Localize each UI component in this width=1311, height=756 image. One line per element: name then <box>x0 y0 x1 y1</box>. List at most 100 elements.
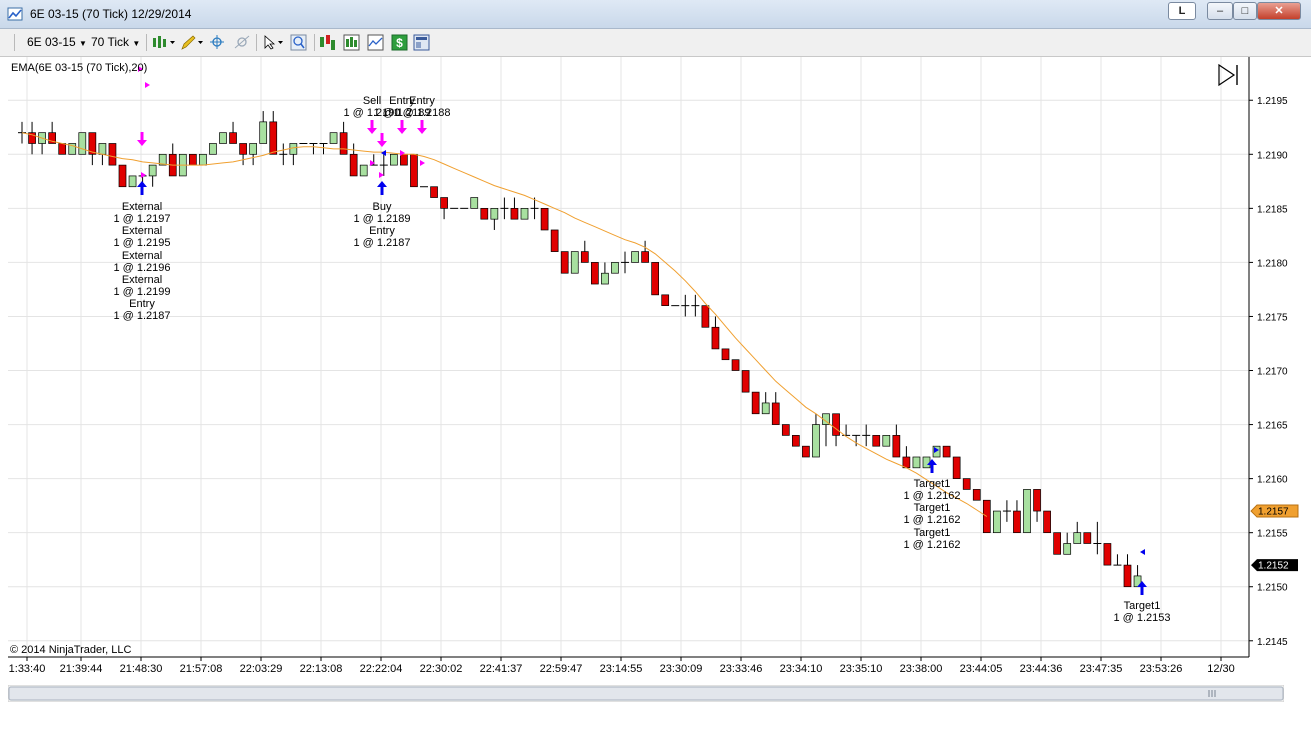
candle-up <box>992 510 1001 534</box>
candle-down <box>430 186 438 198</box>
pointer-icon[interactable] <box>262 34 286 51</box>
candle-down <box>771 402 780 425</box>
last-price-label: 1.2152 <box>1258 561 1289 572</box>
time-tick-label: 23:38:00 <box>900 663 943 675</box>
crosshair-icon[interactable] <box>208 34 228 51</box>
candle-down <box>741 370 750 393</box>
time-tick-label: 21:39:44 <box>60 663 103 675</box>
candle-down <box>641 251 649 263</box>
toolbar-separator <box>256 34 257 51</box>
candle-down <box>58 143 67 155</box>
exec-label: 1 @ 1.2197 <box>113 213 170 225</box>
strategies-icon[interactable] <box>319 34 336 51</box>
exec-label: Target1 <box>914 527 951 539</box>
maximize-button[interactable]: □ <box>1233 2 1257 20</box>
candle-down <box>972 489 981 501</box>
last-price-marker: 1.2152 <box>1251 559 1298 572</box>
indicators-icon[interactable] <box>343 34 360 51</box>
candle-up <box>209 143 217 155</box>
time-tick-label: 22:22:04 <box>360 663 403 675</box>
magnet-icon[interactable] <box>232 34 252 51</box>
price-tick-label: 1.2165 <box>1257 421 1288 432</box>
exec-label: 1 @ 1.2162 <box>903 490 960 502</box>
time-tick-label: 23:35:10 <box>840 663 883 675</box>
candle-down <box>540 208 549 231</box>
candle-down <box>400 153 408 166</box>
candle-up <box>259 121 268 144</box>
time-tick-label: 23:30:09 <box>660 663 703 675</box>
candle-down <box>269 121 278 155</box>
interval-selector[interactable]: 70 Tick ▼ <box>91 34 140 51</box>
candle-up <box>128 175 137 188</box>
candle-down <box>952 456 961 479</box>
candle-down <box>118 164 127 188</box>
time-tick-label: 23:34:10 <box>780 663 823 675</box>
candle-up <box>219 132 227 144</box>
exec-label: Buy <box>373 201 392 213</box>
pencil-draw-icon[interactable] <box>180 34 204 51</box>
candle-up <box>390 153 398 166</box>
time-tick-label: 22:59:47 <box>540 663 583 675</box>
candle-up <box>631 251 639 263</box>
candle-down <box>711 326 720 350</box>
time-tick-label: 23:33:46 <box>720 663 763 675</box>
candle-down <box>1083 532 1092 544</box>
price-tick-label: 1.2155 <box>1257 529 1288 540</box>
candle-down <box>902 456 911 469</box>
chart-app-icon <box>7 7 23 21</box>
candle-down <box>108 143 117 166</box>
price-tick-label: 1.2195 <box>1257 96 1288 107</box>
bar-style-icon[interactable] <box>152 34 176 51</box>
close-button[interactable]: ✕ <box>1257 2 1301 20</box>
candle-down <box>239 143 247 155</box>
time-tick-label: 12/30 <box>1207 663 1235 675</box>
ema-price-label: 1.2157 <box>1258 507 1289 518</box>
toolbar-separator <box>14 34 15 51</box>
exec-label: External <box>122 201 162 213</box>
candle-down <box>440 197 448 209</box>
candle-down <box>802 445 810 458</box>
time-tick-label: 23:47:35 <box>1080 663 1123 675</box>
price-tick-label: 1.2170 <box>1257 367 1288 378</box>
candle-up <box>882 435 891 447</box>
candle-down <box>731 359 740 371</box>
exec-label: 1 @ 1.2162 <box>903 514 960 526</box>
candle-up <box>601 272 609 285</box>
exec-label: External <box>122 250 162 262</box>
price-chart[interactable]: 1.2195 1.2190 1.2185 1.2180 1.2175 1.2170 1.21… <box>8 57 1301 693</box>
interval-label: 70 Tick <box>91 35 130 49</box>
candle-down <box>1103 543 1112 566</box>
candle-up <box>922 456 931 469</box>
scrollbar-thumb[interactable] <box>8 686 1284 701</box>
candle-down <box>560 251 569 274</box>
candle-down <box>580 251 589 263</box>
exec-label: Target1 <box>1124 600 1161 612</box>
exec-label: 1 @ 1.2189 <box>353 213 410 225</box>
time-tick-label: 23:53:26 <box>1140 663 1183 675</box>
horizontal-scrollbar[interactable] <box>8 685 1284 702</box>
instrument-selector[interactable]: 6E 03-15 ▼ <box>27 34 87 51</box>
candle-up <box>289 143 298 155</box>
time-tick-label: 22:03:29 <box>240 663 283 675</box>
candle-down <box>781 424 790 436</box>
title-bar[interactable]: 6E 03-15 (70 Tick) 12/29/2014 L – □ ✕ <box>0 0 1311 29</box>
candle-down <box>1053 532 1062 555</box>
properties-icon[interactable] <box>413 34 430 51</box>
chart-toolbar: 6E 03-15 ▼ 70 Tick ▼ $ <box>0 29 1311 57</box>
candle-down <box>1013 510 1021 534</box>
link-button[interactable]: L <box>1168 2 1196 20</box>
candle-up <box>761 402 770 415</box>
dollar-icon[interactable]: $ <box>391 34 408 51</box>
candle-down <box>721 348 730 361</box>
ema-price-marker: 1.2157 <box>1250 504 1299 518</box>
chart-style-icon[interactable] <box>367 34 384 51</box>
exec-label: Entry <box>409 95 435 107</box>
time-tick-label: 23:14:55 <box>600 663 643 675</box>
indicator-label: EMA(6E 03-15 (70 Tick),20) <box>11 62 147 74</box>
candle-down <box>751 391 760 415</box>
minimize-button[interactable]: – <box>1207 2 1233 20</box>
zoom-icon[interactable] <box>290 34 308 51</box>
exec-label: External <box>122 225 162 237</box>
candle-down <box>832 413 840 436</box>
price-tick-label: 1.2190 <box>1257 150 1288 161</box>
